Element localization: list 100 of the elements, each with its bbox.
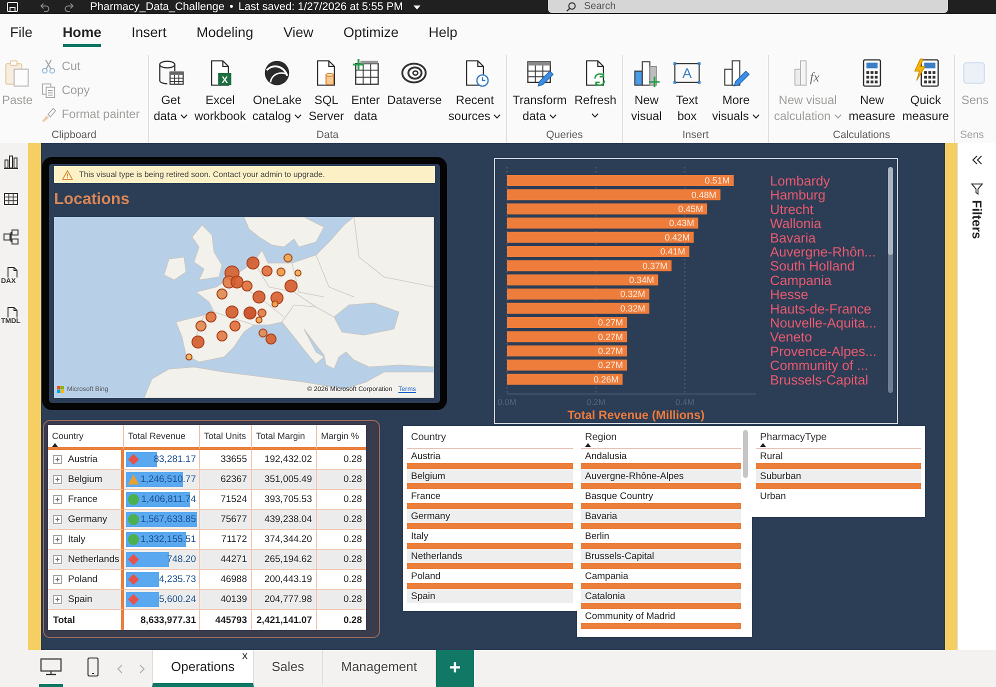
slicer-item[interactable]: Belgium: [407, 469, 573, 489]
ribbon-button[interactable]: More visuals: [710, 55, 762, 124]
menu-tab[interactable]: Insert: [131, 14, 166, 47]
bar[interactable]: [507, 374, 623, 385]
category-label: Campania: [770, 272, 832, 288]
group-label: Data: [315, 128, 340, 143]
ribbon-button[interactable]: Transform data: [510, 55, 569, 124]
value-label: 0.32M: [620, 289, 646, 300]
filter-icon[interactable]: [971, 183, 983, 195]
search-icon: [566, 2, 576, 12]
table-cell: 0.28: [317, 590, 366, 610]
slicer-item[interactable]: Community of Madrid: [581, 609, 741, 629]
scrollbar-thumb[interactable]: [743, 430, 748, 478]
expand-icon[interactable]: [53, 535, 62, 544]
ribbon-button[interactable]: Quick measure: [900, 55, 951, 124]
slicer-item[interactable]: Italy: [407, 529, 573, 549]
slicer-item[interactable]: Suburban: [756, 469, 921, 489]
slicer-item[interactable]: Bavaria: [581, 509, 741, 529]
save-icon[interactable]: [7, 2, 18, 12]
category-label: Veneto: [770, 330, 812, 345]
search-field[interactable]: Search: [548, 0, 948, 13]
menu-tab[interactable]: Optimize: [343, 14, 399, 47]
ribbon-button[interactable]: Recent sources: [446, 55, 504, 124]
ribbon-button[interactable]: New visual: [629, 55, 664, 124]
expand-icon[interactable]: [53, 495, 62, 504]
ribbon-button[interactable]: Get data: [152, 55, 190, 124]
menu-tab[interactable]: File: [10, 14, 33, 47]
ribbon-button[interactable]: New measure: [846, 55, 898, 124]
undo-icon[interactable]: [40, 2, 50, 12]
ribbon-button[interactable]: A Text box: [670, 55, 704, 124]
menu-tab[interactable]: View: [283, 14, 314, 47]
table-cell: 71172: [200, 530, 252, 550]
bar[interactable]: [507, 345, 628, 356]
slicer-item[interactable]: Andalusia: [581, 449, 741, 469]
slicer-item[interactable]: Poland: [407, 569, 573, 589]
scrollbar[interactable]: [888, 167, 893, 393]
category-label: Hauts-de-France: [770, 301, 872, 316]
table-icon[interactable]: [3, 191, 19, 207]
bar[interactable]: [507, 232, 694, 243]
map-drawing[interactable]: [54, 217, 434, 398]
table-cell: 33655: [200, 450, 252, 470]
slicer-item[interactable]: Netherlands: [407, 549, 573, 569]
category-label: Utrecht: [770, 202, 814, 217]
bar[interactable]: [507, 288, 650, 300]
save-status: Last saved: 1/27/2026 at 5:55 PM: [238, 0, 403, 14]
expand-icon[interactable]: [53, 455, 62, 464]
row-label: Netherlands: [68, 554, 120, 565]
value-label: 0.48M: [691, 190, 716, 200]
value-label: 0.27M: [598, 318, 624, 328]
value-label: 0.34M: [629, 275, 654, 285]
ribbon-button[interactable]: Enter data: [348, 55, 383, 124]
bar[interactable]: [507, 274, 658, 286]
bar[interactable]: [507, 331, 628, 342]
ribbon-button[interactable]: OneLake catalog: [250, 55, 304, 124]
ribbon-button[interactable]: Refresh: [572, 55, 618, 118]
bar[interactable]: [507, 360, 628, 371]
ribbon-button[interactable]: X Excel workbook: [192, 55, 248, 124]
slicer-item[interactable]: Auvergne-Rhône-Alpes: [581, 469, 741, 489]
slicer-item[interactable]: Germany: [407, 509, 573, 529]
filters-pane-label[interactable]: Filters: [970, 200, 984, 240]
value-label: 0.27M: [598, 332, 624, 342]
bar[interactable]: [507, 189, 720, 200]
menu-tab[interactable]: Home: [62, 14, 102, 47]
caret-icon[interactable]: [412, 4, 421, 10]
slicer-item[interactable]: Campania: [581, 569, 741, 589]
collapse-icon[interactable]: [971, 155, 983, 165]
category-label: Hesse: [770, 287, 808, 302]
add-page-button[interactable]: +: [436, 650, 474, 687]
value-label: 0.32M: [620, 303, 646, 314]
value-label: 0.45M: [678, 204, 704, 214]
expand-icon[interactable]: [53, 575, 62, 584]
separator-dot: •: [230, 0, 234, 14]
bar[interactable]: [507, 203, 708, 214]
close-button[interactable]: x: [242, 651, 248, 662]
category-label: Hamburg: [770, 188, 826, 203]
sort-ascending-icon: [52, 443, 58, 447]
slicer-item[interactable]: Berlin: [581, 529, 741, 549]
expand-icon[interactable]: [53, 475, 62, 484]
ribbon-button[interactable]: SQL Server: [306, 55, 346, 124]
expand-icon[interactable]: [53, 515, 62, 524]
slicer-item[interactable]: Basque Country: [581, 489, 741, 509]
revenue-value: 1,567,633.85: [140, 514, 196, 525]
slicer-item[interactable]: Rural: [756, 449, 921, 469]
slicer-item[interactable]: Catalonia: [581, 589, 741, 609]
bar-chart-icon[interactable]: [3, 153, 19, 169]
bar[interactable]: [507, 260, 672, 272]
model-icon[interactable]: [3, 229, 19, 245]
menu-tab[interactable]: Help: [428, 14, 458, 47]
slicer-item[interactable]: Brussels-Capital: [581, 549, 741, 569]
menu-tab[interactable]: Modeling: [196, 14, 254, 47]
slicer-item[interactable]: Austria: [407, 449, 573, 469]
redo-icon[interactable]: [64, 2, 74, 12]
group-label: Insert: [681, 128, 710, 143]
ribbon-button[interactable]: Dataverse: [385, 55, 444, 108]
bar[interactable]: [507, 218, 698, 229]
bar[interactable]: [507, 302, 650, 314]
expand-icon[interactable]: [53, 595, 62, 604]
page-tab[interactable]: Operations x: [152, 650, 254, 687]
expand-icon[interactable]: [53, 555, 62, 564]
slicer-item[interactable]: Spain: [407, 589, 573, 603]
